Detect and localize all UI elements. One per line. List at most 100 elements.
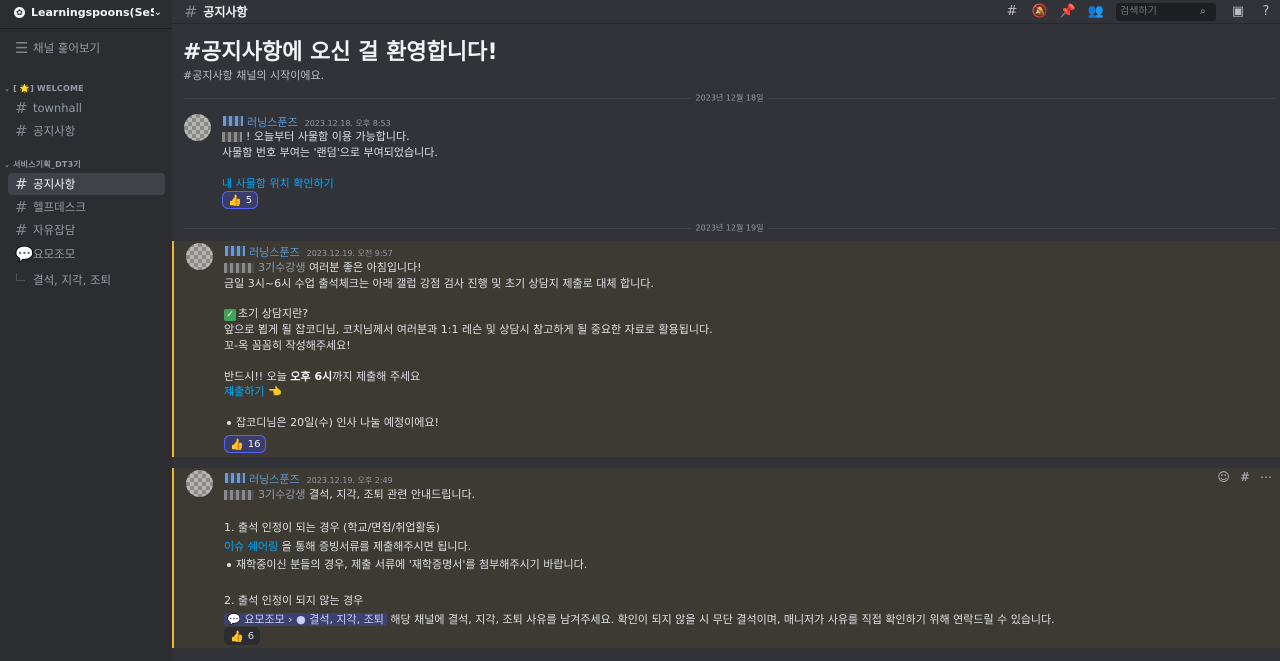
channel-label: 요모조모 bbox=[33, 247, 76, 261]
hash-icon: # bbox=[15, 221, 28, 239]
message-line: ✓ 초기 상담지란? bbox=[224, 305, 308, 321]
inbox-icon[interactable]: ▣ bbox=[1229, 3, 1247, 21]
message-line: 1. 출석 인정이 되는 경우 (학교/면접/취업활동) bbox=[224, 521, 441, 534]
message-text: 여러분 좋은 아침입니다! bbox=[308, 261, 422, 274]
redacted-username bbox=[225, 473, 245, 483]
message-line: 재학중이신 분들의 경우, 제출 서류에 '재학증명서'를 첨부해주시기 바랍니… bbox=[236, 558, 588, 571]
member-list-icon[interactable]: 👥 bbox=[1087, 3, 1105, 21]
point-left-emoji: 👈 bbox=[267, 385, 282, 398]
sidebar-item-helpdesk[interactable]: # 헬프데스크 bbox=[8, 196, 165, 218]
message-line: 2. 출석 인정이 되지 않는 경우 bbox=[224, 594, 364, 607]
message-line: 제출하기 👈 bbox=[224, 383, 282, 399]
avatar[interactable] bbox=[186, 243, 213, 270]
bullet-icon bbox=[227, 563, 231, 567]
channel-mention[interactable]: 💬 요모조모 › ● 결석, 지각, 조퇴 bbox=[224, 613, 387, 626]
date-label: 2023년 12월 18일 bbox=[690, 92, 769, 104]
sidebar-divider bbox=[0, 28, 172, 29]
issue-sharing-link[interactable]: 이슈 쉐어링 bbox=[224, 540, 278, 553]
role-mention-suffix: 3기수강생 bbox=[258, 488, 306, 501]
category-service-planning[interactable]: ⌄ 서비스기획_DT3기 bbox=[4, 159, 81, 170]
timestamp: 2023.12.19. 오후 2:49 bbox=[306, 476, 393, 485]
role-mention-suffix: 3기수강생 bbox=[258, 261, 306, 274]
sidebar-item-free-chat[interactable]: # 자유잡담 bbox=[8, 219, 165, 241]
redacted-text bbox=[222, 132, 242, 142]
add-reaction-icon[interactable]: ☺ bbox=[1217, 470, 1230, 484]
channel-label: 헬프데스크 bbox=[33, 200, 86, 214]
message-text: ! 오늘부터 사물함 이용 가능합니다. bbox=[246, 130, 410, 143]
bullet-icon bbox=[227, 421, 231, 425]
check-icon: ✓ bbox=[224, 309, 236, 321]
message-line: 꼬-옥 꼼꼼히 작성해주세요! bbox=[224, 339, 351, 352]
message-text: 까지 제출해 주세요 bbox=[332, 370, 421, 383]
thread-branch-line bbox=[16, 273, 25, 281]
browse-channels-button[interactable]: ☰ 채널 훑어보기 bbox=[8, 37, 165, 59]
message-line: 사물함 번호 부여는 '랜덤'으로 부여되었습니다. bbox=[222, 146, 438, 159]
hash-icon: # bbox=[15, 122, 28, 140]
search-box[interactable]: ⌕ bbox=[1116, 2, 1216, 21]
reaction-thumbs-up[interactable]: 👍 16 bbox=[224, 435, 267, 453]
message-header: 러닝스푼즈 2023.12.19. 오전 9:57 bbox=[225, 244, 393, 260]
server-icon: ✿ bbox=[14, 6, 25, 18]
message-text: 초기 상담지란? bbox=[238, 307, 309, 320]
locker-link[interactable]: 내 사물함 위치 확인하기 bbox=[222, 175, 334, 191]
more-options-icon[interactable]: ⋯ bbox=[1260, 470, 1272, 484]
sidebar-item-townhall[interactable]: # townhall bbox=[8, 97, 165, 119]
welcome-title: #공지사항에 오신 걸 환영합니다! bbox=[183, 40, 498, 65]
hash-icon: # bbox=[15, 175, 28, 193]
channel-header: # 공지사항 # 🔕 📌 👥 ⌕ ▣ ? bbox=[172, 0, 1280, 24]
channel-mention-thread: 결석, 지각, 조퇴 bbox=[309, 613, 384, 626]
thread-icon: ● bbox=[296, 613, 306, 626]
redacted-role-mention bbox=[224, 263, 254, 273]
hash-icon: # bbox=[184, 2, 198, 21]
threads-icon[interactable]: # bbox=[1003, 3, 1021, 21]
message-line: 이슈 쉐어링 을 통해 증빙서류를 제출해주시면 됩니다. bbox=[224, 538, 471, 554]
message-line: 반드시!! 오늘 오후 6시까지 제출해 주세요 bbox=[224, 368, 420, 384]
pin-icon[interactable]: 📌 bbox=[1059, 3, 1077, 21]
thumbs-up-icon: 👍 bbox=[230, 629, 244, 643]
chevron-down-icon: ⌄ bbox=[4, 84, 11, 93]
channel-label: townhall bbox=[33, 101, 82, 115]
chevron-down-icon[interactable]: ⌄ bbox=[154, 7, 162, 18]
sidebar-item-announcements-welcome[interactable]: # 공지사항 bbox=[8, 120, 165, 142]
server-name: Learningspoons(SeS... bbox=[31, 5, 154, 19]
channel-sidebar: ✿ Learningspoons(SeS... ⌄ ☰ 채널 훑어보기 ⌄ [ … bbox=[0, 0, 172, 661]
welcome-subtitle: #공지사항 채널의 시작이에요. bbox=[183, 69, 325, 82]
avatar[interactable] bbox=[186, 470, 213, 497]
channel-mention-forum: 요모조모 bbox=[244, 613, 285, 626]
message-line: 잡코디님은 20일(수) 인사 나눌 예정이에요! bbox=[236, 416, 439, 429]
channel-title: 공지사항 bbox=[203, 5, 248, 19]
deadline-text: 오후 6시 bbox=[290, 370, 333, 383]
search-input[interactable] bbox=[1120, 6, 1200, 17]
channel-label: 공지사항 bbox=[33, 124, 76, 138]
category-label: 서비스기획_DT3기 bbox=[13, 160, 81, 169]
category-welcome[interactable]: ⌄ [ 🌟] WELCOME bbox=[4, 84, 84, 93]
reaction-thumbs-up[interactable]: 👍 5 bbox=[222, 191, 259, 209]
browse-channels-label: 채널 훑어보기 bbox=[33, 41, 101, 55]
search-icon: ⌕ bbox=[1200, 6, 1206, 17]
server-header[interactable]: ✿ Learningspoons(SeS... ⌄ bbox=[0, 0, 172, 24]
date-divider: 2023년 12월 19일 bbox=[183, 222, 1276, 234]
date-divider: 2023년 12월 18일 bbox=[183, 92, 1276, 104]
help-icon[interactable]: ? bbox=[1257, 3, 1275, 21]
hash-icon: # bbox=[15, 99, 28, 117]
reaction-count: 5 bbox=[245, 194, 253, 206]
sidebar-item-announcements[interactable]: # 공지사항 bbox=[8, 173, 165, 195]
author-name[interactable]: 러닝스푼즈 bbox=[249, 471, 300, 487]
redacted-role-mention bbox=[224, 490, 254, 500]
message-area: #공지사항에 오신 걸 환영합니다! #공지사항 채널의 시작이에요. 2023… bbox=[172, 25, 1280, 661]
reaction-thumbs-up[interactable]: 👍 6 bbox=[224, 627, 261, 645]
sidebar-thread-absence[interactable]: 결석, 지각, 조퇴 bbox=[16, 272, 111, 288]
message-line: 금일 3시~6시 수업 출석체크는 아래 갤럽 강점 검사 진행 및 초기 상담… bbox=[224, 277, 654, 290]
category-label: [ 🌟] WELCOME bbox=[13, 84, 84, 93]
submit-link[interactable]: 제출하기 bbox=[224, 385, 264, 398]
avatar[interactable] bbox=[184, 114, 211, 141]
message-line: 💬 요모조모 › ● 결석, 지각, 조퇴 해당 채널에 결석, 지각, 조퇴 … bbox=[224, 611, 1055, 627]
sidebar-item-forum[interactable]: 💬 요모조모 bbox=[8, 243, 165, 265]
message-text: 을 통해 증빙서류를 제출해주시면 됩니다. bbox=[281, 540, 472, 553]
browse-channels-icon: ☰ bbox=[15, 39, 29, 57]
timestamp: 2023.12.19. 오전 9:57 bbox=[306, 249, 393, 258]
notification-mute-icon[interactable]: 🔕 bbox=[1031, 3, 1049, 21]
create-thread-icon[interactable]: # bbox=[1240, 470, 1250, 484]
author-name[interactable]: 러닝스푼즈 bbox=[249, 244, 300, 260]
redacted-username bbox=[223, 116, 243, 126]
